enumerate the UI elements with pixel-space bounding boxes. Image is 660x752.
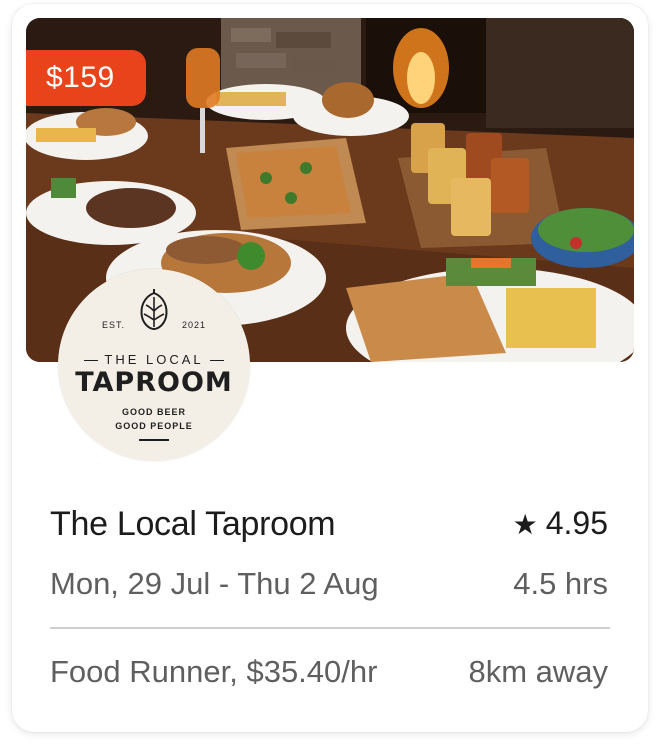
logo-rule [139, 439, 169, 441]
rating-value: 4.95 [545, 505, 608, 541]
role-and-rate: Food Runner, $35.40/hr [50, 654, 378, 689]
shift-dates: Mon, 29 Jul - Thu 2 Aug [50, 566, 379, 601]
divider [50, 627, 610, 629]
shift-duration: 4.5 hrs [513, 566, 608, 601]
price-badge: $159 [26, 50, 146, 106]
distance: 8km away [468, 654, 608, 689]
hop-icon [140, 289, 168, 331]
logo-line2: TAPROOM [75, 367, 233, 398]
logo-tagline1: GOOD BEER [121, 407, 186, 417]
venue-logo: EST. 2021 THE LOCAL TAPROOM GOOD BEER GO… [58, 269, 250, 461]
logo-line1: THE LOCAL [58, 352, 250, 367]
rating: ★ 4.95 [513, 505, 608, 542]
logo-est: EST. [102, 320, 126, 330]
star-icon: ★ [512, 509, 538, 540]
logo-year: 2021 [181, 320, 206, 330]
venue-title: The Local Taproom [50, 505, 336, 543]
logo-tagline2: GOOD PEOPLE [115, 421, 193, 431]
